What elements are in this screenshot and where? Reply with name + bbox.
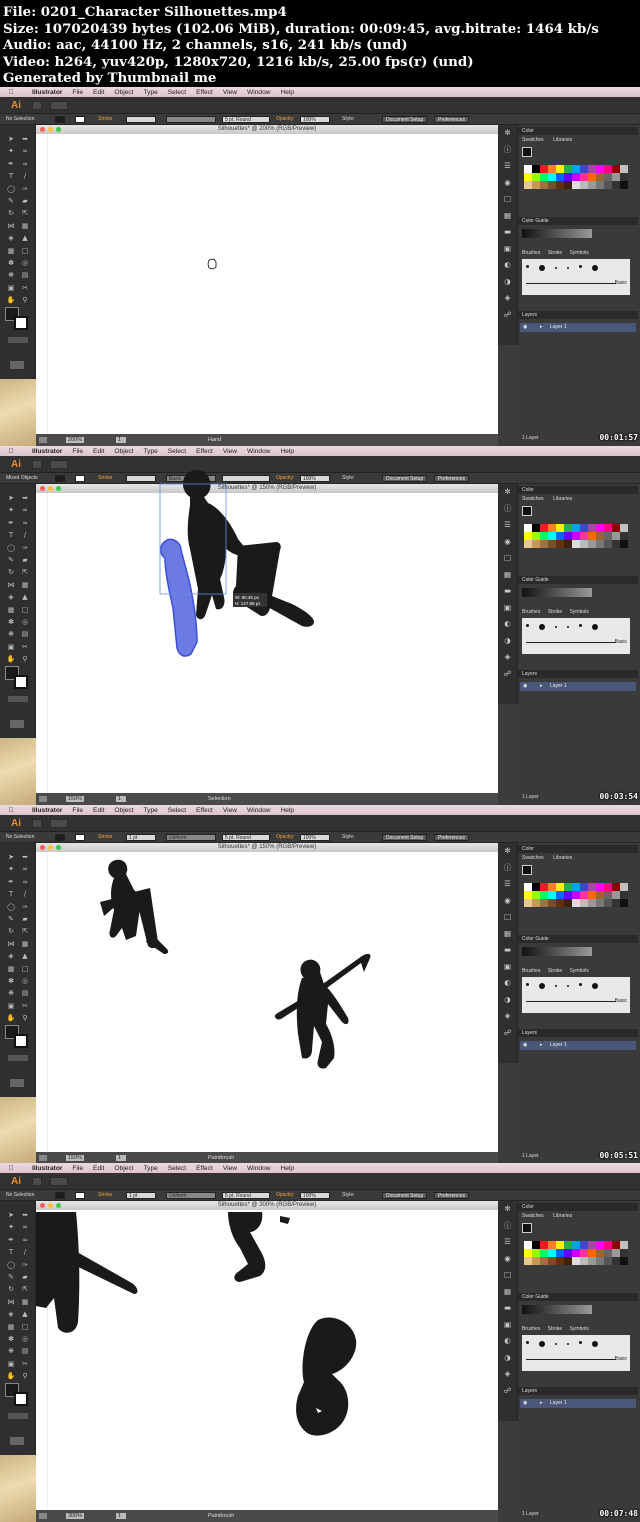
sword-silhouette <box>262 592 314 627</box>
video-info-header: File: 0201_Character Silhouettes.mp4 Siz… <box>0 0 640 87</box>
video-line: Video: h264, yuv420p, 1280x720, 1216 kb/… <box>3 53 474 70</box>
small-sword-silhouette <box>146 932 169 954</box>
cropped-legs-silhouette <box>228 1212 266 1282</box>
audio-line: Audio: aac, 44100 Hz, 2 channels, s16, 2… <box>3 37 408 54</box>
frame-timestamp: 00:03:54 <box>599 792 638 801</box>
file-line: File: 0201_Character Silhouettes.mp4 <box>3 4 287 20</box>
frame-timestamp: 00:07:48 <box>599 1509 638 1518</box>
size-tooltip: W: 80.45 pxH: 147.88 px <box>233 593 267 607</box>
frame-timestamp: 00:01:57 <box>599 433 638 442</box>
illustrator-frame-4:  Illustrator File Edit Object Type Sele… <box>0 1163 640 1522</box>
size-line: Size: 107020439 bytes (102.06 MiB), dura… <box>3 20 599 37</box>
helmet-closeup-silhouette <box>296 1317 357 1436</box>
artwork-layer <box>100 859 371 1069</box>
illustrator-frame-3:  Illustrator File Edit Object Type Sele… <box>0 805 640 1164</box>
illustrator-frame-2:  Illustrator File Edit Object Type Sele… <box>0 446 640 805</box>
artwork-layer <box>36 1212 357 1436</box>
generator-line: Generated by Thumbnail me <box>3 70 217 87</box>
artwork-layer <box>207 258 217 270</box>
cropped-knight-silhouette <box>36 1212 80 1333</box>
illustrator-frame-1:  Illustrator File Edit Object Type Sele… <box>0 87 640 446</box>
artwork-layer: W: 80.45 pxH: 147.88 px <box>159 470 314 657</box>
hand-cursor-icon <box>207 258 217 270</box>
cropped-foot-silhouette <box>280 1216 290 1224</box>
selected-figure-outline <box>160 538 198 657</box>
tooltip-width: W: 80.45 px <box>235 595 260 600</box>
frame-timestamp: 00:05:51 <box>599 1151 638 1160</box>
tooltip-height: H: 147.88 px <box>235 601 261 606</box>
